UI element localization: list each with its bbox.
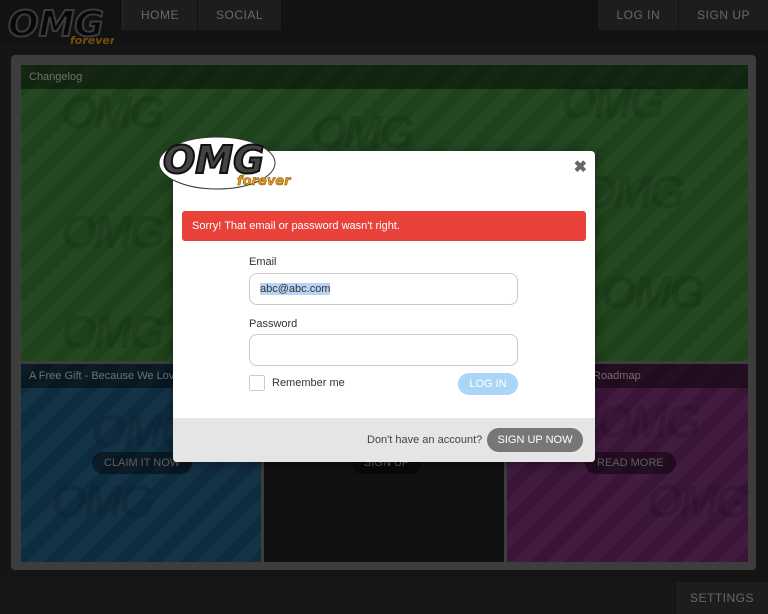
password-input[interactable] — [249, 334, 518, 366]
close-icon[interactable]: ✖ — [574, 157, 587, 177]
email-input[interactable]: abc@abc.com — [249, 273, 518, 305]
modal-logo-sub: forever — [237, 174, 292, 189]
remember-checkbox[interactable] — [249, 375, 265, 391]
email-value: abc@abc.com — [260, 283, 331, 295]
login-button[interactable]: LOG IN — [458, 373, 518, 395]
sign-up-now-button[interactable]: SIGN UP NOW — [487, 428, 583, 452]
login-modal: OMG forever ✖ Sorry! That email or passw… — [158, 136, 595, 462]
email-label: Email — [249, 256, 277, 268]
error-message: Sorry! That email or password wasn't rig… — [182, 211, 586, 241]
remember-label: Remember me — [272, 377, 345, 389]
modal-footer: Don't have an account? SIGN UP NOW — [173, 418, 595, 462]
modal-logo: OMG forever — [158, 136, 292, 190]
footer-text: Don't have an account? — [367, 434, 483, 446]
password-label: Password — [249, 318, 298, 330]
